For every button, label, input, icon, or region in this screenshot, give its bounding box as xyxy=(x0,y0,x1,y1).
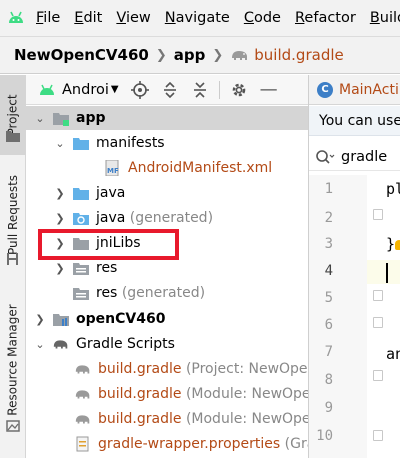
tree-item-app[interactable]: ⌄ app xyxy=(26,106,308,130)
tree-item-java[interactable]: ❯ java xyxy=(26,181,308,205)
tree-item-opencv460[interactable]: ❯ openCV460 xyxy=(26,307,308,331)
library-module-icon xyxy=(53,314,69,326)
editor-search-field[interactable]: gradle xyxy=(309,143,400,171)
search-icon xyxy=(316,149,335,164)
android-icon xyxy=(40,84,54,95)
breadcrumb-file[interactable]: build.gradle xyxy=(254,46,343,64)
line-number: 9 xyxy=(324,400,333,416)
gradle-elephant-icon xyxy=(75,365,90,374)
fold-marker-icon[interactable] xyxy=(373,209,383,220)
chevron-right-icon[interactable]: ❯ xyxy=(34,313,46,326)
generated-folder-icon xyxy=(73,213,89,225)
menu-code[interactable]: Code xyxy=(244,10,281,26)
project-view-select[interactable]: Androi xyxy=(62,82,109,98)
fold-marker-icon[interactable] xyxy=(373,430,383,441)
line-number: 5 xyxy=(324,290,333,306)
line-number: 8 xyxy=(324,372,333,388)
line-number: 7 xyxy=(324,344,333,360)
class-icon: C xyxy=(317,81,333,98)
folder-icon xyxy=(73,188,89,200)
editor-pane: C MainActi You can use gradle 1 2 3 4 5 … xyxy=(308,75,400,458)
menu-build[interactable]: Build xyxy=(370,10,400,26)
line-number: 2 xyxy=(324,210,333,226)
tree-item-build-gradle-module[interactable]: build.gradle (Module: NewOpen xyxy=(26,382,308,406)
resource-icon xyxy=(6,420,20,432)
tree-item-res-generated[interactable]: res (generated) xyxy=(26,281,308,305)
current-line-highlight xyxy=(367,260,400,284)
line-number: 1 xyxy=(324,181,333,197)
chevron-down-icon[interactable]: ⌄ xyxy=(54,137,66,150)
tree-item-gradle-wrapper[interactable]: gradle-wrapper.properties (Gra xyxy=(26,432,308,456)
folder-icon xyxy=(6,131,20,142)
chevron-right-icon[interactable]: ❯ xyxy=(54,237,66,250)
folder-icon xyxy=(73,138,89,150)
chevron-right-icon: ❯ xyxy=(212,47,224,63)
manifest-file-icon: MF xyxy=(105,160,119,176)
tab-pull-requests[interactable]: Pull Requests xyxy=(0,165,26,265)
chevron-right-icon[interactable]: ❯ xyxy=(54,262,66,275)
line-number: 6 xyxy=(324,317,333,333)
fold-marker-icon[interactable] xyxy=(373,290,383,301)
chevron-right-icon: ❯ xyxy=(155,47,167,63)
chevron-right-icon[interactable]: ❯ xyxy=(54,212,66,225)
line-number: 3 xyxy=(324,236,333,252)
resource-folder-icon xyxy=(73,263,89,275)
chevron-down-icon[interactable]: ▼ xyxy=(111,84,119,95)
gradle-elephant-icon xyxy=(53,340,68,349)
project-tree: ⌄ app ⌄ manifests MF AndroidManifest.xml… xyxy=(26,106,308,458)
locate-target-icon[interactable] xyxy=(129,79,151,101)
menu-edit[interactable]: Edit xyxy=(74,10,102,26)
tree-item-res[interactable]: ❯ res xyxy=(26,256,308,280)
tree-item-manifests[interactable]: ⌄ manifests xyxy=(26,131,308,155)
chevron-down-icon[interactable]: ⌄ xyxy=(34,338,46,351)
tab-project[interactable]: Project xyxy=(0,75,26,155)
gradle-elephant-icon xyxy=(232,51,248,60)
android-studio-logo-icon xyxy=(6,7,26,29)
menu-refactor[interactable]: Refactor xyxy=(295,10,356,26)
lightbulb-icon[interactable] xyxy=(395,240,400,250)
tree-item-android-manifest[interactable]: MF AndroidManifest.xml xyxy=(26,156,308,180)
fold-marker-icon[interactable] xyxy=(373,317,383,328)
tab-resource-manager[interactable]: Resource Manager xyxy=(0,285,26,435)
tree-item-jnilibs[interactable]: ❯ jniLibs xyxy=(26,231,308,255)
fold-marker-icon[interactable] xyxy=(373,370,383,381)
toolbar-divider xyxy=(218,80,220,99)
code-line-7[interactable]: an xyxy=(386,345,400,363)
breadcrumb-module[interactable]: app xyxy=(174,46,206,64)
project-toolbar: Androi ▼ — xyxy=(26,75,308,105)
tool-window-strip: Project Pull Requests Resource Manager xyxy=(0,75,26,458)
tree-item-gradle-scripts[interactable]: ⌄ Gradle Scripts xyxy=(26,332,308,356)
editor-notice-banner: You can use xyxy=(309,106,400,136)
breadcrumb: NewOpenCV460 ❯ app ❯ build.gradle xyxy=(0,36,400,74)
tree-item-build-gradle-module-2[interactable]: build.gradle (Module: NewOpe xyxy=(26,407,308,431)
menu-file[interactable]: File xyxy=(36,10,60,26)
resource-folder-icon xyxy=(73,288,89,300)
collapse-all-icon[interactable] xyxy=(189,79,211,101)
line-number-gutter: 1 2 3 4 5 6 7 8 9 10 xyxy=(309,175,367,458)
properties-file-icon xyxy=(76,436,89,452)
gear-icon[interactable] xyxy=(228,79,250,101)
folder-icon xyxy=(73,238,89,250)
svg-text:MF: MF xyxy=(107,167,119,175)
editor-tab-mainactivity[interactable]: C MainActi xyxy=(309,75,400,105)
breadcrumb-project[interactable]: NewOpenCV460 xyxy=(14,46,149,64)
line-number: 10 xyxy=(316,428,333,444)
menu-navigate[interactable]: Navigate xyxy=(165,10,230,26)
expand-all-icon[interactable] xyxy=(159,79,181,101)
menu-view[interactable]: View xyxy=(116,10,150,26)
code-line-3[interactable]: } xyxy=(386,235,395,253)
pull-request-icon xyxy=(7,253,18,265)
module-folder-icon xyxy=(53,113,69,126)
minimize-icon[interactable]: — xyxy=(258,79,280,101)
chevron-right-icon[interactable]: ❯ xyxy=(54,187,66,200)
chevron-down-icon[interactable]: ⌄ xyxy=(34,112,46,125)
code-line-1[interactable]: pl xyxy=(386,180,400,198)
menu-bar: File Edit View Navigate Code Refactor Bu… xyxy=(0,0,400,36)
line-number: 4 xyxy=(324,263,333,279)
tree-item-build-gradle-project[interactable]: build.gradle (Project: NewOpen xyxy=(26,357,308,381)
gradle-elephant-icon xyxy=(75,415,90,424)
tree-item-java-generated[interactable]: ❯ java (generated) xyxy=(26,206,308,230)
text-caret xyxy=(386,263,388,283)
gradle-elephant-icon xyxy=(75,390,90,399)
